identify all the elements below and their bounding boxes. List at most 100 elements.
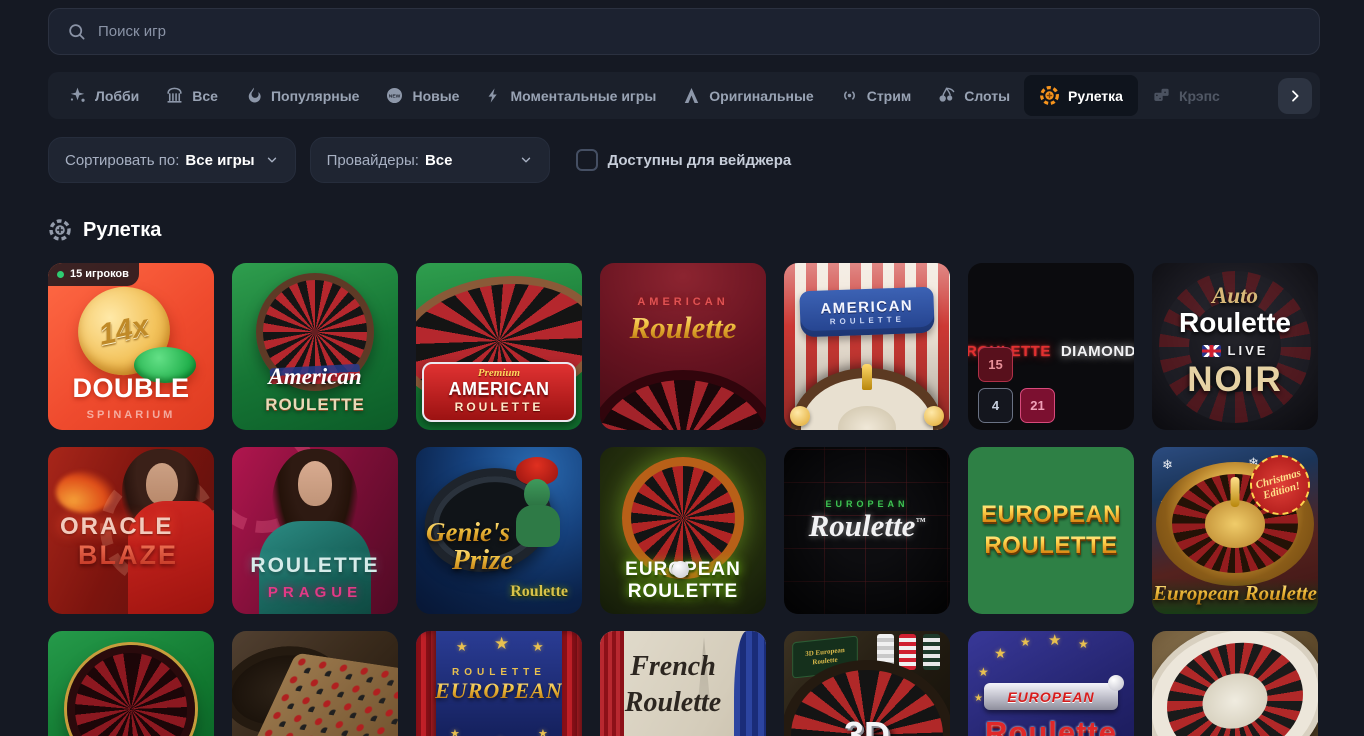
sort-dropdown[interactable]: Сортировать по: Все игры [48, 137, 296, 183]
star-icon: ★ [994, 645, 1007, 662]
star-icon: ★ [494, 634, 509, 654]
tab-label: Все [192, 88, 218, 104]
game-title: ROULETTE [232, 395, 398, 415]
dealer-face-graphic [146, 463, 178, 505]
star-icon: ★ [1048, 631, 1061, 649]
search-input[interactable] [98, 23, 1301, 40]
section-header: Рулетка [48, 218, 1320, 242]
game-tile-premium-american-roulette[interactable]: Premium AMERICAN ROULETTE [416, 263, 582, 430]
game-title-script: Roulette™ [784, 508, 950, 544]
tab-instant-games[interactable]: Моментальные игры [473, 77, 668, 114]
tab-label: Стрим [867, 88, 911, 104]
game-tile-american-roulette-red[interactable]: AMERICAN Roulette [600, 263, 766, 430]
wager-checkbox[interactable] [576, 149, 598, 171]
game-title-script: European Roulette [1152, 581, 1318, 606]
game-tile-roulette-prague[interactable]: ROULETTE PRAGUE [232, 447, 398, 614]
live-row: LIVE [1152, 343, 1318, 358]
stream-icon [840, 86, 859, 105]
originals-icon [682, 86, 701, 105]
game-title: EUROPEAN [416, 678, 582, 704]
tab-lobby[interactable]: Лобби [56, 77, 151, 114]
game-title-line2: Prize [452, 544, 513, 577]
games-grid: 15 игроков 14x DOUBLE SPINARIUM American… [48, 263, 1320, 736]
game-title: ROULETTE [232, 554, 398, 578]
all-games-icon [165, 86, 184, 105]
game-tile-european-roulette-glow[interactable]: EUROPEAN ROULETTE [600, 447, 766, 614]
game-tile-american-roulette-circus[interactable]: AMERICAN ROULETTE [784, 263, 950, 430]
tab-stream[interactable]: Стрим [828, 77, 923, 114]
game-tile-auto-roulette-noir[interactable]: Auto Roulette LIVE NOIR [1152, 263, 1318, 430]
game-tile-roulette-green[interactable] [48, 631, 214, 736]
game-tile-double[interactable]: 15 игроков 14x DOUBLE SPINARIUM [48, 263, 214, 430]
game-tile-european-roulette-gold[interactable]: EUROPEAN ROULETTE [968, 447, 1134, 614]
chevron-down-icon [519, 153, 533, 167]
star-icon: ★ [978, 665, 989, 679]
tab-label: Рулетка [1068, 88, 1123, 104]
game-title-line2: Roulette [1152, 307, 1318, 339]
svg-text:NEW: NEW [389, 93, 401, 99]
roulette-chip-icon [48, 218, 72, 242]
providers-label: Провайдеры: [327, 152, 419, 169]
tabs-next-button[interactable] [1278, 78, 1312, 114]
tab-new[interactable]: NEW Новые [373, 77, 471, 114]
game-tile-european-roulette-christmas[interactable]: ❄ ❄ ❄ ❄ Christmas Edition! European Roul… [1152, 447, 1318, 614]
game-tile-roulette-european-stars[interactable]: ★ ★ ★ ★ ★ ★ ROULETTE EUROPEAN [416, 631, 582, 736]
casino-lobby-page: Лобби Все Популярные NEW Новые Моменталь… [0, 0, 1364, 736]
game-tile-french-roulette[interactable]: French Roulette [600, 631, 766, 736]
tab-all[interactable]: Все [153, 77, 230, 114]
premium-label: Premium [428, 367, 570, 379]
roulette-ball-graphic [672, 561, 689, 578]
live-label: LIVE [1228, 343, 1269, 358]
star-icon: ★ [456, 639, 468, 655]
lightning-icon [485, 86, 502, 105]
game-tile-european-photo[interactable]: European [232, 631, 398, 736]
game-title: DOUBLE [48, 373, 214, 404]
tab-label: Лобби [95, 88, 139, 104]
genie-body-graphic [516, 505, 560, 547]
star-icon: ★ [1020, 635, 1031, 649]
coin-graphic [924, 406, 944, 426]
cherries-icon [937, 86, 956, 105]
game-tile-oracle-blaze[interactable]: ORACLE BLAZE [48, 447, 214, 614]
flame-icon [244, 86, 263, 105]
game-title: AMERICAN [428, 379, 570, 400]
providers-dropdown[interactable]: Провайдеры: Все [310, 137, 550, 183]
players-badge: 15 игроков [48, 263, 139, 286]
game-title-script: Roulette [600, 310, 766, 346]
ribbon-banner: AMERICAN ROULETTE [799, 287, 935, 338]
coin-graphic [790, 406, 810, 426]
game-title-line3: NOIR [1152, 360, 1318, 400]
category-tabs: Лобби Все Популярные NEW Новые Моменталь… [48, 72, 1320, 119]
game-eyebrow: EUROPEAN [1007, 689, 1094, 705]
lobby-icon [68, 86, 87, 105]
game-title-line2: Roulette [600, 687, 746, 719]
trademark-sign: ™ [915, 517, 925, 528]
tab-originals[interactable]: Оригинальные [670, 77, 825, 114]
game-tile-absolute-live-roulette[interactable]: live absolute [1152, 631, 1318, 736]
sort-value: Все игры [185, 152, 254, 169]
tab-label: Крэпс [1179, 88, 1220, 104]
game-tile-european-roulette-tm[interactable]: EUROPEAN Roulette™ [784, 447, 950, 614]
game-title-script: American [232, 364, 398, 390]
tab-roulette[interactable]: Рулетка [1024, 75, 1138, 116]
dealer-face-graphic [298, 461, 332, 506]
providers-value: Все [425, 152, 453, 169]
tab-label: Новые [412, 88, 459, 104]
game-tile-3d-european-roulette[interactable]: 3D European Roulette ★ ★ ★ 3D [784, 631, 950, 736]
title-banner: Premium AMERICAN ROULETTE [422, 362, 576, 422]
game-tile-american-roulette[interactable]: American ROULETTE [232, 263, 398, 430]
tab-popular[interactable]: Популярные [232, 77, 371, 114]
star-icon: ★ [450, 727, 460, 736]
game-tile-genies-prize-roulette[interactable]: Genie's Prize Roulette [416, 447, 582, 614]
roulette-chip-icon [1039, 85, 1060, 106]
number-cell: 21 [1020, 388, 1055, 423]
wager-filter[interactable]: Доступны для вейджера [576, 149, 792, 171]
tab-craps[interactable]: Крэпс [1140, 77, 1232, 114]
script-text: Roulette [809, 508, 916, 543]
chip-stack-graphic [899, 634, 916, 670]
tab-slots[interactable]: Слоты [925, 77, 1022, 114]
game-tile-roulette-diamond[interactable]: ROULETTE DIAMOND 15 4 21 [968, 263, 1134, 430]
game-tile-european-roulette-stars[interactable]: ★ ★ ★ ★ ★ ★ EUROPEAN Roulette [968, 631, 1134, 736]
online-dot [57, 271, 64, 278]
roulette-wheel-graphic [600, 370, 766, 430]
